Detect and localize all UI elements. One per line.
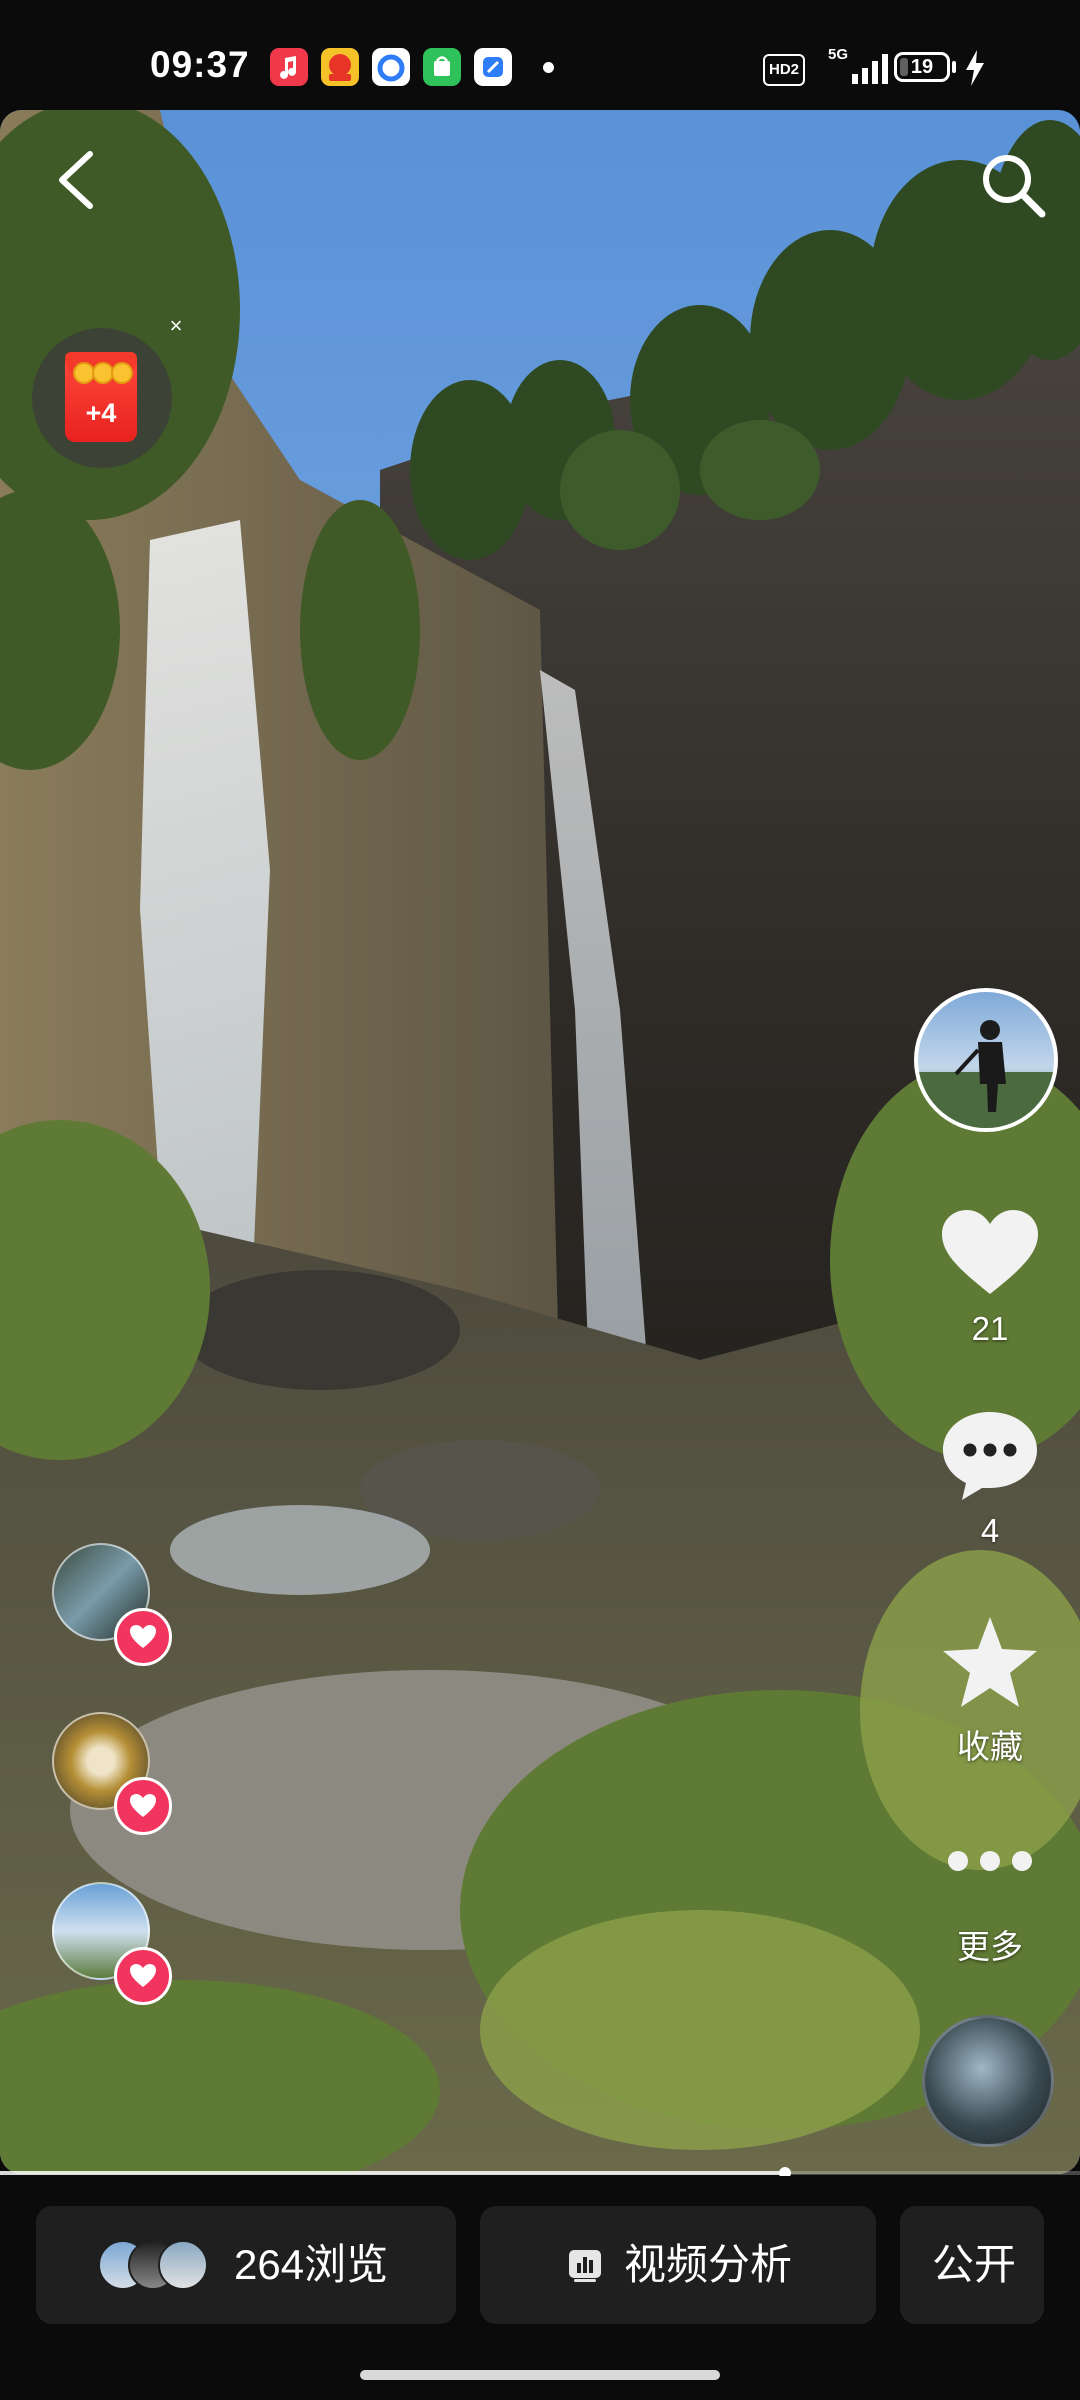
reward-close-button[interactable]: × [166, 315, 186, 337]
more-icon[interactable] [944, 1846, 1036, 1876]
files-app-icon [474, 48, 512, 86]
author-avatar[interactable] [914, 988, 1058, 1132]
coin-icon [111, 362, 133, 384]
video-progress-bar[interactable] [0, 2167, 1080, 2179]
notification-more-dot [543, 62, 554, 73]
store-app-icon [423, 48, 461, 86]
hd-voice-badge: HD2 [763, 54, 805, 86]
comment-count: 4 [980, 1512, 1000, 1549]
video-progress-fill [0, 2171, 786, 2175]
home-indicator[interactable] [360, 2370, 720, 2380]
search-button[interactable] [978, 150, 1048, 220]
reward-count: +4 [85, 398, 117, 428]
browser-app-icon [372, 48, 410, 86]
visibility-button[interactable]: 公开 [900, 2206, 1044, 2324]
more-label[interactable]: 更多 [930, 1920, 1050, 1968]
charging-icon [966, 50, 984, 86]
red-packet-icon: +4 [65, 352, 137, 442]
reward-packet-badge[interactable]: +4 [32, 328, 172, 468]
liker-heart-icon [114, 1777, 172, 1835]
status-bar: 09:37 HD2 5G 19 [0, 0, 1080, 110]
like-count: 21 [971, 1310, 1009, 1347]
comment-button[interactable] [940, 1408, 1040, 1504]
favorite-star-icon[interactable] [940, 1614, 1040, 1710]
like-button[interactable] [940, 1208, 1040, 1298]
music-app-icon [270, 48, 308, 86]
video-analysis-button[interactable]: 视频分析 [480, 2206, 876, 2324]
liker-heart-icon [114, 1947, 172, 2005]
video-analysis-label: 视频分析 [624, 2241, 793, 2288]
favorite-label[interactable]: 收藏 [930, 1720, 1050, 1768]
battery-cap [952, 61, 956, 73]
viewer-avatar [158, 2240, 208, 2290]
views-button[interactable]: 264浏览 [36, 2206, 456, 2324]
analytics-icon [569, 2250, 601, 2282]
signal-icon [852, 54, 888, 84]
battery-percent: 19 [910, 56, 934, 78]
battery-icon: 19 [894, 52, 950, 82]
liker-heart-icon [114, 1608, 172, 1666]
visibility-label: 公开 [932, 2241, 1017, 2288]
shopping-app-icon [321, 48, 359, 86]
avatar-photo [918, 1020, 1054, 1128]
network-type: 5G [828, 46, 849, 63]
status-time: 09:37 [150, 44, 250, 85]
music-disc[interactable] [922, 2015, 1054, 2147]
red-packet-flap [65, 352, 137, 384]
back-button[interactable] [50, 148, 100, 212]
bottom-bar: 264浏览 视频分析 公开 [0, 2176, 1080, 2400]
views-label: 264浏览 [234, 2241, 389, 2288]
